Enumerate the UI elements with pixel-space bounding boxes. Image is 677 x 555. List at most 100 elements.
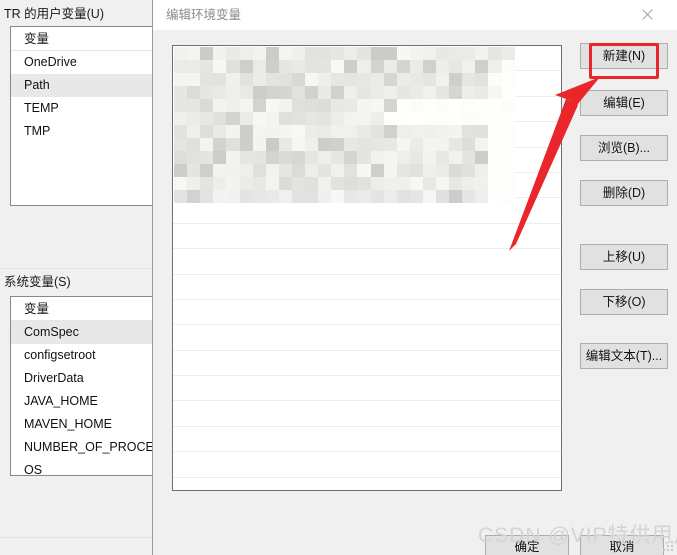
mosaic-cell — [344, 177, 359, 190]
mosaic-cell — [409, 47, 424, 60]
mosaic-cell — [462, 99, 477, 112]
table-row[interactable] — [173, 376, 561, 402]
list-item[interactable]: DriverData — [11, 367, 152, 390]
list-item[interactable]: configsetroot — [11, 344, 152, 367]
mosaic-cell — [396, 112, 411, 125]
mosaic-cell — [239, 112, 254, 125]
mosaic-cell — [318, 60, 333, 73]
mosaic-cell — [396, 164, 411, 177]
mosaic-cell — [318, 99, 333, 112]
mosaic-cell — [174, 99, 188, 112]
mosaic-cell — [278, 125, 293, 138]
user-variables-listbox[interactable]: 变量 OneDrive Path TEMP TMP — [10, 26, 152, 206]
mosaic-cell — [239, 86, 254, 99]
mosaic-cell — [291, 164, 306, 177]
mosaic-cell — [488, 47, 503, 60]
list-item[interactable]: TEMP — [11, 97, 152, 120]
mosaic-cell — [200, 73, 215, 86]
move-down-button[interactable]: 下移(O) — [580, 289, 668, 315]
mosaic-cell — [278, 151, 293, 164]
table-row[interactable] — [173, 300, 561, 326]
mosaic-cell — [331, 47, 346, 60]
mosaic-cell — [200, 60, 215, 73]
list-item[interactable]: OS — [11, 459, 152, 475]
mosaic-cell — [449, 60, 464, 73]
system-variables-listbox[interactable]: 变量 ComSpec configsetroot DriverData JAVA… — [10, 296, 152, 476]
mosaic-cell — [305, 125, 319, 138]
mosaic-cell — [422, 164, 437, 177]
mosaic-cell — [265, 190, 280, 203]
table-row[interactable] — [173, 452, 561, 478]
mosaic-cell — [305, 73, 319, 86]
mosaic-cell — [501, 125, 515, 138]
move-up-button[interactable]: 上移(U) — [580, 244, 668, 270]
mosaic-cell — [475, 151, 490, 164]
list-item[interactable]: MAVEN_HOME — [11, 413, 152, 436]
mosaic-cell — [239, 151, 254, 164]
mosaic-cell — [174, 47, 188, 60]
mosaic-cell — [409, 190, 424, 203]
table-row[interactable] — [173, 351, 561, 377]
mosaic-cell — [174, 151, 188, 164]
mosaic-cell — [265, 125, 280, 138]
close-icon[interactable] — [625, 0, 669, 28]
mosaic-cell — [213, 60, 228, 73]
table-row[interactable] — [173, 427, 561, 453]
mosaic-cell — [501, 86, 515, 99]
list-item[interactable]: TMP — [11, 120, 152, 143]
mosaic-cell — [436, 99, 450, 112]
list-item[interactable]: NUMBER_OF_PROCESSO — [11, 436, 152, 459]
mosaic-cell — [187, 47, 202, 60]
mosaic-cell — [331, 112, 346, 125]
browse-button[interactable]: 浏览(B)... — [580, 135, 668, 161]
mosaic-cell — [344, 86, 359, 99]
table-row[interactable] — [173, 249, 561, 275]
mosaic-cell — [213, 99, 228, 112]
mosaic-cell — [409, 164, 424, 177]
delete-button[interactable]: 删除(D) — [580, 180, 668, 206]
mosaic-cell — [370, 151, 385, 164]
mosaic-cell — [291, 47, 306, 60]
new-button[interactable]: 新建(N) — [580, 43, 668, 69]
mosaic-cell — [200, 177, 215, 190]
table-row[interactable] — [173, 401, 561, 427]
mosaic-cell — [331, 86, 346, 99]
list-item[interactable]: Path — [11, 74, 152, 97]
mosaic-cell — [436, 112, 450, 125]
list-item[interactable]: OneDrive — [11, 51, 152, 74]
mosaic-cell — [422, 60, 437, 73]
mosaic-cell — [291, 73, 306, 86]
mosaic-cell — [226, 60, 241, 73]
mosaic-cell — [383, 125, 398, 138]
mosaic-cell — [226, 177, 241, 190]
mosaic-cell — [265, 47, 280, 60]
table-row[interactable] — [173, 325, 561, 351]
mosaic-cell — [344, 151, 359, 164]
edit-button[interactable]: 编辑(E) — [580, 90, 668, 116]
mosaic-cell — [318, 125, 333, 138]
mosaic-cell — [475, 73, 490, 86]
list-item[interactable]: ComSpec — [11, 321, 152, 344]
variable-value-listbox[interactable] — [172, 45, 562, 491]
mosaic-cell — [344, 99, 359, 112]
mosaic-cell — [475, 125, 490, 138]
mosaic-cell — [436, 60, 450, 73]
mosaic-cell — [344, 60, 359, 73]
table-row[interactable] — [173, 224, 561, 250]
environment-variables-window: TR 的用户变量(U) 变量 OneDrive Path TEMP TMP 系统… — [0, 0, 152, 555]
mosaic-cell — [475, 99, 490, 112]
mosaic-cell — [213, 125, 228, 138]
mosaic-cell — [396, 47, 411, 60]
mosaic-cell — [200, 190, 215, 203]
mosaic-cell — [305, 99, 319, 112]
edit-text-button[interactable]: 编辑文本(T)... — [580, 343, 668, 369]
mosaic-cell — [409, 86, 424, 99]
mosaic-cell — [501, 177, 515, 190]
mosaic-cell — [305, 112, 319, 125]
mosaic-cell — [344, 47, 359, 60]
list-item[interactable]: JAVA_HOME — [11, 390, 152, 413]
table-row[interactable] — [173, 275, 561, 300]
mosaic-cell — [305, 60, 319, 73]
mosaic-cell — [239, 138, 254, 151]
mosaic-cell — [305, 164, 319, 177]
